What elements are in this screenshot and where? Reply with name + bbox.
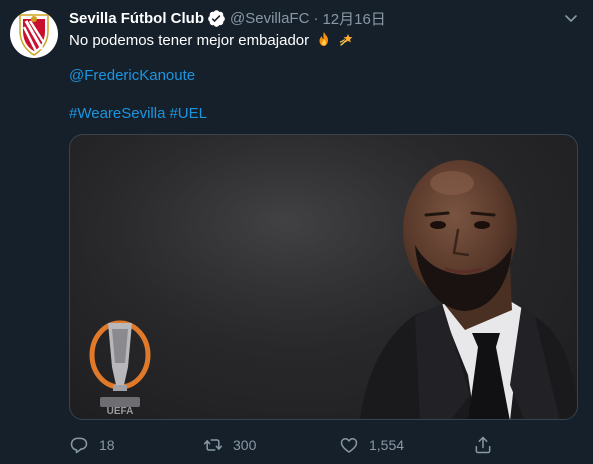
timestamp[interactable]: 12月16日 [322,8,385,29]
retweet-count: 300 [233,437,257,453]
action-bar: 18 300 1,554 [69,434,509,456]
reply-icon [70,437,88,454]
share-button[interactable] [473,434,493,456]
tweet-text-content: No podemos tener mejor embajador [69,32,310,49]
hashtag-link[interactable]: #UEL [169,105,207,122]
like-count: 1,554 [369,437,405,453]
heart-icon [340,438,358,453]
avatar[interactable] [10,10,58,58]
sevilla-crest-icon [19,14,49,56]
share-icon [475,436,491,454]
uefa-logo-text: UEFA [107,406,134,417]
tweet-text: No podemos tener mejor embajador [69,30,355,51]
reply-button[interactable]: 18 [69,434,115,456]
fire-emoji [316,32,336,48]
retweet-button[interactable]: 300 [203,434,256,456]
hashtag-link[interactable]: #WeareSevilla [69,105,165,122]
dizzy-emoji [339,32,355,48]
tweet-media-photo[interactable]: UEFA [69,134,578,420]
hashtags: #WeareSevilla #UEL [69,104,207,124]
display-name[interactable]: Sevilla Fútbol Club [69,10,204,27]
like-button[interactable]: 1,554 [339,434,404,456]
separator-dot: · [313,9,319,27]
retweet-icon [203,439,223,451]
mention-link[interactable]: @FredericKanoute [69,66,195,86]
reply-count: 18 [99,437,115,453]
tweet[interactable]: Sevilla Fútbol Club @SevillaFC · 12月16日 … [0,0,593,464]
chevron-down-icon[interactable] [563,10,579,26]
handle[interactable]: @SevillaFC [230,10,309,27]
tweet-header: Sevilla Fútbol Club @SevillaFC · 12月16日 [69,8,386,28]
verified-badge-icon [207,9,226,28]
